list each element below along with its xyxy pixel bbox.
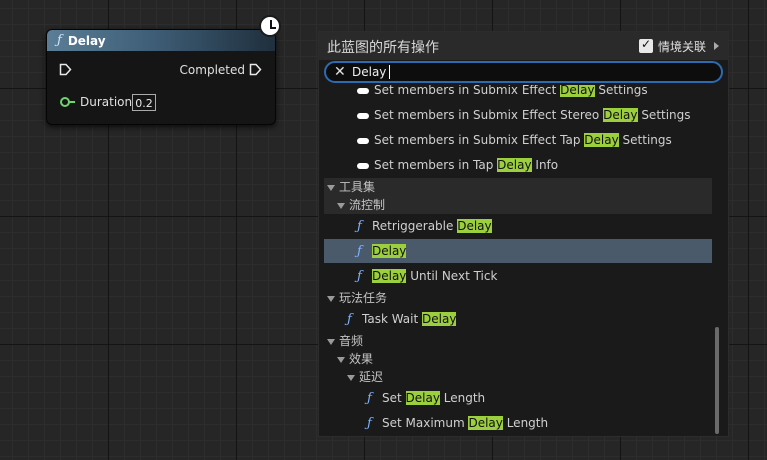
search-box[interactable]: ✕ bbox=[324, 61, 723, 83]
action-label-suffix: Length bbox=[439, 391, 486, 405]
function-icon: ƒ bbox=[367, 416, 372, 431]
expand-triangle-icon[interactable] bbox=[327, 338, 335, 345]
search-match-highlight: Delay bbox=[497, 158, 532, 172]
action-row[interactable]: Set members in Submix Effect Delay Setti… bbox=[324, 85, 712, 102]
action-label-suffix: Info bbox=[531, 158, 559, 172]
category-label: 工具集 bbox=[339, 180, 376, 194]
action-row[interactable]: Set members in Tap Delay Info bbox=[324, 153, 712, 177]
action-label-prefix: Set members in Submix Effect Stereo bbox=[374, 108, 604, 122]
exec-out-pin-icon[interactable] bbox=[249, 63, 262, 76]
action-list: Set members in Submix Effect Delay Setti… bbox=[324, 85, 712, 434]
search-match-highlight: Delay bbox=[372, 269, 407, 283]
action-row[interactable]: ƒ Delay bbox=[324, 239, 712, 263]
function-icon: ƒ bbox=[367, 391, 372, 406]
action-row[interactable]: ƒ Task Wait Delay bbox=[324, 307, 712, 331]
action-label-suffix: Length bbox=[502, 416, 549, 430]
completed-pin-label: Completed bbox=[179, 63, 245, 77]
category-label: 延迟 bbox=[359, 370, 384, 384]
action-row[interactable]: ƒ Set Maximum Delay Length bbox=[324, 411, 712, 434]
action-label-prefix: Retriggerable bbox=[372, 219, 458, 233]
action-row[interactable]: Set members in Submix Effect Tap Delay S… bbox=[324, 128, 712, 152]
search-match-highlight: Delay bbox=[405, 391, 440, 405]
action-row[interactable]: ƒ Set Delay Length bbox=[324, 386, 712, 410]
expand-triangle-icon[interactable] bbox=[337, 356, 345, 363]
function-icon: ƒ bbox=[57, 33, 62, 48]
exec-in-pin-icon[interactable] bbox=[59, 63, 72, 76]
search-match-highlight: Delay bbox=[560, 85, 595, 97]
category-row[interactable]: 玩法任务 bbox=[324, 289, 712, 307]
action-row[interactable]: ƒ Delay Until Next Tick bbox=[324, 264, 712, 288]
search-match-highlight: Delay bbox=[584, 133, 619, 147]
category-row[interactable]: 效果 bbox=[324, 350, 712, 368]
function-icon: ƒ bbox=[357, 269, 362, 284]
action-label-prefix: Set members in Submix Effect Tap bbox=[374, 133, 585, 147]
struct-icon bbox=[357, 162, 369, 169]
action-row[interactable]: Set members in Submix Effect Stereo Dela… bbox=[324, 103, 712, 127]
expand-triangle-icon[interactable] bbox=[347, 374, 355, 381]
search-match-highlight: Delay bbox=[603, 108, 638, 122]
category-row[interactable]: 音频 bbox=[324, 332, 712, 350]
category-row[interactable]: 延迟 bbox=[324, 368, 712, 386]
action-label-suffix: Until Next Tick bbox=[406, 269, 498, 283]
action-label-prefix: Set bbox=[382, 391, 406, 405]
category-row[interactable]: 流控制 bbox=[324, 196, 712, 214]
function-icon: ƒ bbox=[347, 312, 352, 327]
menu-header: 此蓝图的所有操作 ✓ 情境关联 bbox=[319, 32, 728, 60]
category-row[interactable]: 工具集 bbox=[324, 178, 712, 196]
node-header[interactable]: ƒ Delay bbox=[47, 30, 275, 51]
action-label-suffix: Settings bbox=[637, 108, 691, 122]
duration-pin-connector bbox=[69, 101, 75, 103]
search-match-highlight: Delay bbox=[422, 312, 457, 326]
function-icon: ƒ bbox=[357, 244, 362, 259]
node-title: Delay bbox=[67, 33, 106, 48]
expand-triangle-icon[interactable] bbox=[327, 184, 335, 191]
expand-triangle-icon[interactable] bbox=[327, 295, 335, 302]
expand-triangle-icon[interactable] bbox=[337, 202, 345, 209]
duration-pin-label: Duration bbox=[80, 95, 133, 109]
text-caret bbox=[389, 65, 390, 79]
action-label-suffix: Settings bbox=[594, 85, 648, 97]
category-label: 音频 bbox=[339, 334, 364, 348]
scrollbar-thumb[interactable] bbox=[715, 327, 719, 434]
chevron-right-icon[interactable] bbox=[714, 42, 719, 50]
menu-title: 此蓝图的所有操作 bbox=[327, 40, 439, 56]
category-label: 流控制 bbox=[349, 198, 386, 212]
action-label-prefix: Task Wait bbox=[362, 312, 423, 326]
action-label-suffix: Settings bbox=[618, 133, 672, 147]
checkmark-icon: ✓ bbox=[641, 37, 652, 51]
function-icon: ƒ bbox=[357, 219, 362, 234]
search-match-highlight: Delay bbox=[372, 244, 407, 258]
struct-icon bbox=[357, 112, 369, 119]
action-label-prefix: Set members in Submix Effect bbox=[374, 85, 561, 97]
category-label: 玩法任务 bbox=[339, 291, 388, 305]
context-sensitive-label[interactable]: 情境关联 bbox=[658, 38, 706, 55]
search-input[interactable] bbox=[352, 64, 692, 80]
latent-clock-icon bbox=[259, 15, 281, 37]
clear-search-icon[interactable]: ✕ bbox=[334, 63, 346, 81]
action-label-prefix: Set members in Tap bbox=[374, 158, 498, 172]
struct-icon bbox=[357, 137, 369, 144]
action-row[interactable]: ƒ Retriggerable Delay bbox=[324, 214, 712, 238]
context-sensitive-checkbox[interactable]: ✓ bbox=[639, 37, 653, 53]
duration-value-field[interactable]: 0.2 bbox=[132, 94, 156, 111]
search-match-highlight: Delay bbox=[457, 219, 492, 233]
delay-node[interactable]: ƒ Delay Completed Duration 0.2 bbox=[46, 29, 276, 125]
struct-icon bbox=[357, 87, 369, 94]
blueprint-action-menu: 此蓝图的所有操作 ✓ 情境关联 ✕ Set members in Submix … bbox=[318, 31, 729, 437]
category-label: 效果 bbox=[349, 352, 374, 366]
action-label-prefix: Set Maximum bbox=[382, 416, 469, 430]
search-match-highlight: Delay bbox=[468, 416, 503, 430]
